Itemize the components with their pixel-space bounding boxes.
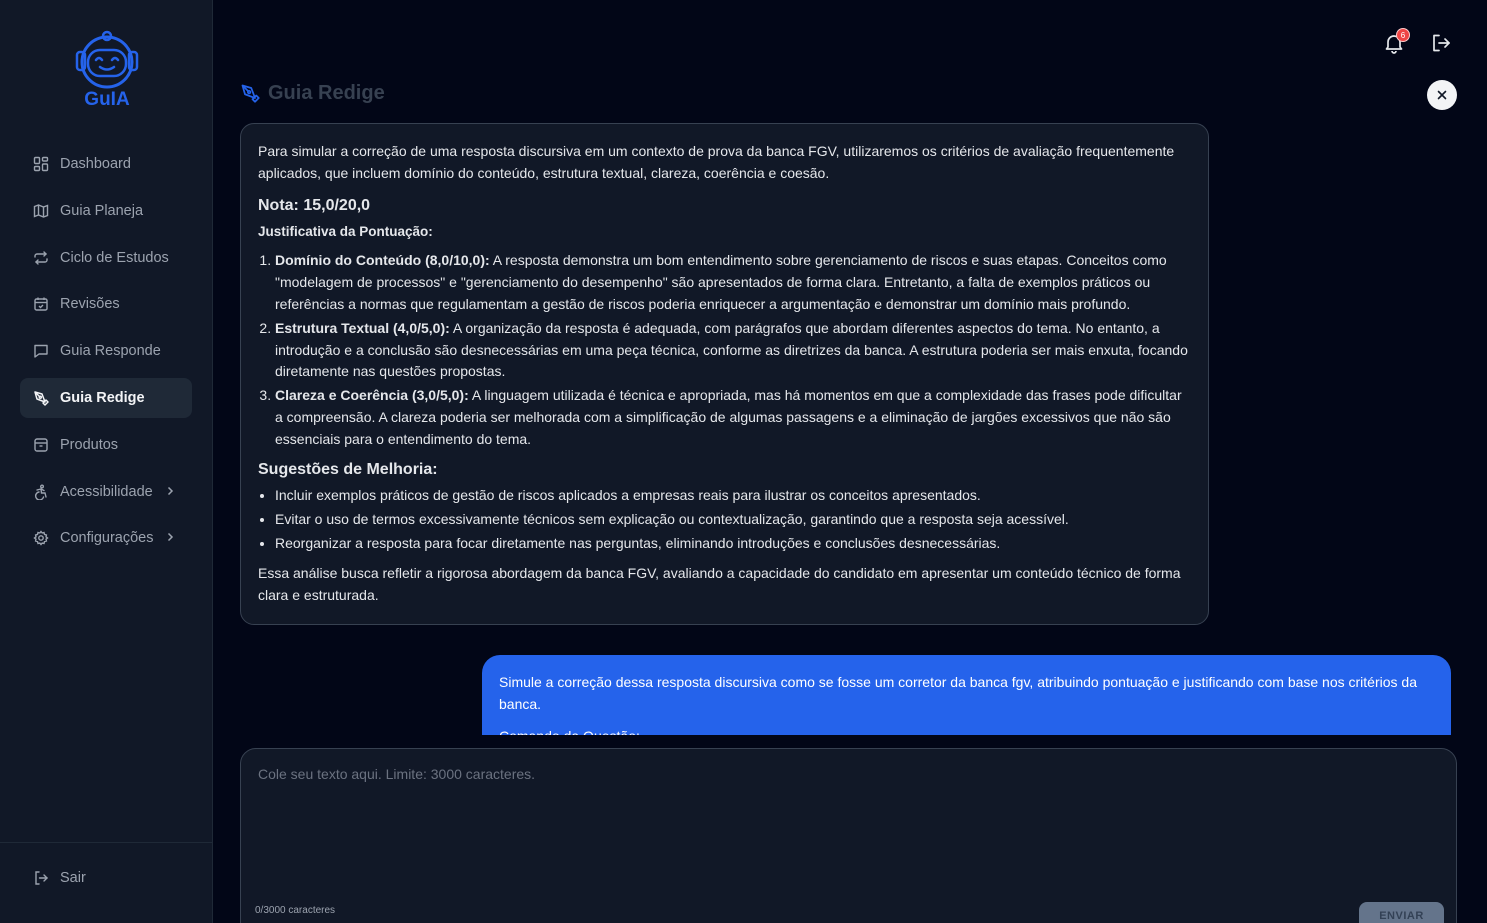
list-item: Evitar o uso de termos excessivamente té… [275, 509, 1191, 531]
box-icon [33, 437, 49, 453]
assistant-message: Para simular a correção de uma resposta … [240, 123, 1209, 626]
sidebar: GuIA Dashboard Guia Planeja Ciclo de Est… [0, 0, 213, 923]
sidebar-item-configuracoes[interactable]: Configurações [20, 518, 192, 558]
notification-badge: 6 [1396, 28, 1410, 42]
list-item: Estrutura Textual (4,0/5,0): A organizaç… [275, 318, 1191, 383]
sidebar-item-label: Dashboard [60, 156, 131, 172]
pen-tool-icon [240, 83, 260, 103]
sidebar-nav: Dashboard Guia Planeja Ciclo de Estudos … [20, 144, 192, 565]
logout-icon [1433, 34, 1450, 52]
assistant-closing: Essa análise busca refletir a rigorosa a… [258, 564, 1181, 603]
list-item: Incluir exemplos práticos de gestão de r… [275, 485, 1191, 507]
sidebar-item-dashboard[interactable]: Dashboard [20, 144, 192, 184]
list-item: Domínio do Conteúdo (8,0/10,0): A respos… [275, 250, 1191, 315]
sidebar-item-label: Guia Redige [60, 389, 145, 406]
suggestions-list: Incluir exemplos práticos de gestão de r… [258, 485, 1191, 554]
close-button[interactable] [1427, 80, 1457, 110]
chevron-right-icon [167, 533, 174, 542]
sidebar-item-label: Guia Responde [60, 343, 161, 360]
gear-icon [33, 530, 49, 546]
sidebar-item-label: Guia Planeja [60, 202, 144, 219]
header-logout-button[interactable] [1430, 32, 1452, 54]
sidebar-item-guia-redige[interactable]: Guia Redige [20, 377, 192, 418]
sidebar-item-label: Acessibilidade [60, 483, 153, 500]
criterion-title: Clareza e Coerência (3,0/5,0): [275, 387, 469, 404]
user-message-text: Simule a correção dessa resposta discurs… [499, 674, 1417, 712]
chevron-right-icon [167, 486, 174, 495]
message-composer: 0/3000 caracteres ENVIAR [240, 748, 1457, 923]
page-title-text: Guia Redige [268, 81, 385, 104]
user-message: Simule a correção dessa resposta discurs… [482, 655, 1451, 735]
justification-heading: Justificativa da Pontuação: [258, 223, 433, 239]
criteria-list: Domínio do Conteúdo (8,0/10,0): A respos… [258, 250, 1191, 450]
dashboard-icon [33, 156, 49, 172]
suggestions-heading: Sugestões de Melhoria: [258, 460, 438, 478]
send-button[interactable]: ENVIAR [1359, 902, 1444, 923]
assistant-intro: Para simular a correção de uma resposta … [258, 143, 1175, 181]
sidebar-item-guia-planeja[interactable]: Guia Planeja [20, 191, 192, 231]
chat-area[interactable]: Para simular a correção de uma resposta … [240, 123, 1457, 735]
criterion-title: Domínio do Conteúdo (8,0/10,0): [275, 252, 490, 269]
sidebar-item-label: Configurações [60, 530, 154, 547]
accessibility-icon [33, 484, 49, 500]
message-icon [33, 343, 49, 359]
repeat-icon [33, 250, 49, 266]
score-heading: Nota: 15,0/20,0 [258, 196, 371, 214]
sidebar-item-label: Ciclo de Estudos [60, 249, 169, 266]
sidebar-divider [0, 842, 213, 843]
logout-icon [33, 870, 49, 886]
sidebar-item-guia-responde[interactable]: Guia Responde [20, 331, 192, 371]
list-item: Reorganizar a resposta para focar direta… [275, 533, 1191, 555]
message-input[interactable] [258, 766, 1438, 886]
sidebar-item-acessibilidade[interactable]: Acessibilidade [20, 472, 192, 512]
robot-logo-icon [75, 30, 139, 89]
user-message-subtext: Comando da Questão: [499, 726, 1434, 735]
logo-text: GuIA [84, 89, 130, 110]
map-icon [33, 203, 49, 219]
sidebar-item-ciclo-de-estudos[interactable]: Ciclo de Estudos [20, 238, 192, 278]
app-logo[interactable]: GuIA [70, 28, 144, 112]
character-counter: 0/3000 caracteres [255, 905, 336, 916]
calendar-icon [33, 296, 49, 312]
sidebar-item-revisoes[interactable]: Revisões [20, 284, 192, 324]
pen-tool-icon [33, 390, 49, 406]
logout-label: Sair [60, 870, 86, 886]
list-item: Clareza e Coerência (3,0/5,0): A linguag… [275, 385, 1191, 450]
sidebar-logout-button[interactable]: Sair [20, 858, 192, 898]
page-title: Guia Redige [240, 80, 385, 106]
sidebar-item-produtos[interactable]: Produtos [20, 425, 192, 465]
criterion-title: Estrutura Textual (4,0/5,0): [275, 319, 450, 336]
sidebar-item-label: Revisões [60, 296, 120, 313]
sidebar-item-label: Produtos [60, 436, 119, 453]
close-icon [1437, 90, 1447, 100]
